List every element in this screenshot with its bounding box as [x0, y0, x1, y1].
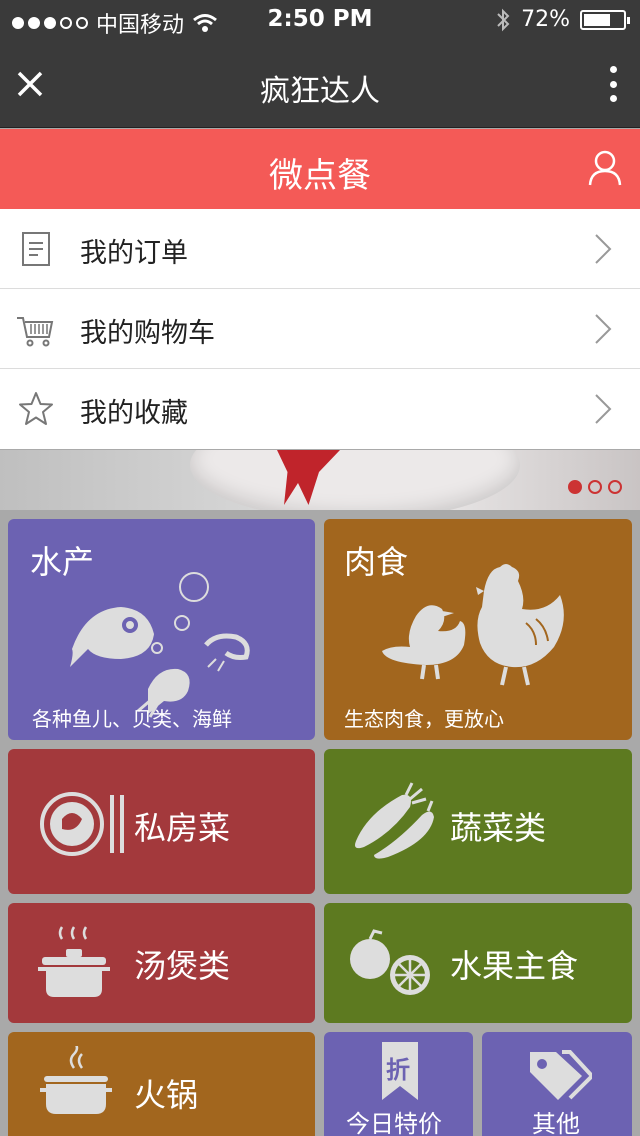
category-vegetables[interactable]: 蔬菜类 [324, 749, 632, 894]
chevron-right-icon [595, 314, 612, 344]
status-bar: 中国移动 2:50 PM 72% [0, 0, 640, 40]
plate-icon [40, 792, 124, 856]
fruit-icon [350, 929, 430, 995]
more-dot [610, 95, 617, 102]
hotpot-icon [40, 1046, 112, 1114]
nav-bar: 疯狂达人 [0, 40, 640, 128]
category-fruit-staples[interactable]: 水果主食 [324, 903, 632, 1023]
category-title: 其他 [532, 1110, 580, 1136]
category-daily-special[interactable]: 折 今日特价 [324, 1032, 473, 1136]
category-title: 私房菜 [134, 809, 231, 847]
category-subtitle: 生态肉食，更放心 [344, 707, 504, 731]
menu-item-label: 我的订单 [80, 238, 188, 269]
battery-percent: 72% [521, 7, 570, 32]
bluetooth-icon [497, 8, 510, 31]
chevron-right-icon [595, 394, 612, 424]
carousel-dot[interactable] [588, 480, 602, 494]
more-dot [610, 80, 617, 88]
order-list-icon [22, 232, 50, 266]
category-other[interactable]: 其他 [482, 1032, 632, 1136]
vegetables-icon [355, 782, 434, 859]
menu-item-label: 我的购物车 [80, 318, 215, 349]
status-right: 72% [495, 7, 630, 32]
banner-dish-image [190, 450, 520, 510]
tag-icon [530, 1050, 592, 1100]
category-hotpot[interactable]: 火锅 [8, 1032, 315, 1136]
discount-badge-label: 折 [386, 1056, 410, 1084]
user-profile-icon[interactable] [588, 149, 622, 187]
app-header: 微点餐 [0, 129, 640, 209]
category-title: 水果主食 [450, 947, 579, 985]
menu-item-cart[interactable]: 我的购物车 [0, 289, 640, 369]
carousel-dot[interactable] [608, 480, 622, 494]
category-subtitle: 各种鱼儿、贝类、海鲜 [32, 707, 232, 731]
category-meat[interactable]: 肉食 生态肉食，更放心 [324, 519, 632, 740]
category-private-kitchen[interactable]: 私房菜 [8, 749, 315, 894]
category-soup[interactable]: 汤煲类 [8, 903, 315, 1023]
chevron-right-icon [595, 234, 612, 264]
battery-icon [580, 9, 630, 30]
menu-item-favorites[interactable]: 我的收藏 [0, 369, 640, 449]
app-title: 微点餐 [269, 156, 371, 196]
category-title: 火锅 [134, 1076, 199, 1114]
seafood-icon [70, 572, 250, 718]
more-dot [610, 66, 617, 73]
nav-title: 疯狂达人 [260, 74, 380, 109]
cart-icon [17, 317, 54, 347]
category-seafood[interactable]: 水产 各种鱼儿、贝类、海鲜 [8, 519, 315, 740]
category-title: 汤煲类 [134, 947, 231, 985]
promo-banner[interactable] [0, 450, 640, 510]
menu-item-label: 我的收藏 [80, 398, 188, 429]
poultry-icon [382, 564, 564, 686]
star-icon [19, 392, 53, 425]
category-title: 蔬菜类 [450, 809, 547, 847]
menu-item-orders[interactable]: 我的订单 [0, 209, 640, 289]
carousel-indicator [568, 480, 622, 494]
carousel-dot[interactable] [568, 480, 582, 494]
more-menu-button[interactable] [610, 66, 618, 102]
category-title: 今日特价 [346, 1110, 442, 1136]
user-menu-list: 我的订单 我的购物车 我的收藏 [0, 209, 640, 449]
soup-pot-icon [38, 926, 110, 997]
